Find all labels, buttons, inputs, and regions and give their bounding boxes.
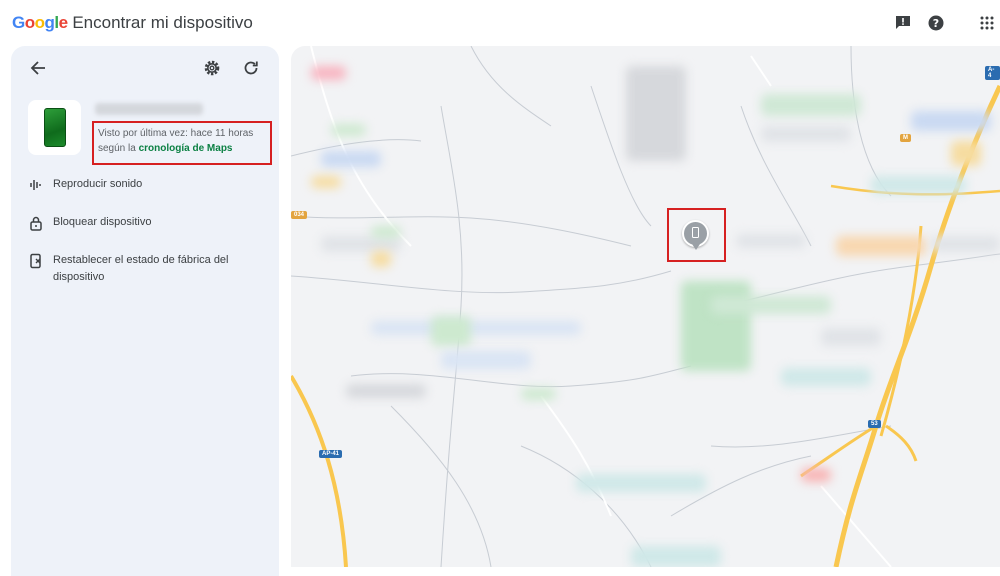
refresh-icon[interactable] xyxy=(240,57,262,79)
map-poi xyxy=(431,316,471,346)
road-label: 53 xyxy=(868,420,881,428)
device-name-redacted xyxy=(95,103,203,115)
map-poi xyxy=(321,236,401,252)
map-park xyxy=(681,281,751,371)
map-poi xyxy=(951,141,981,166)
app-title[interactable]: Google Encontrar mi dispositivo xyxy=(12,13,253,33)
google-logo: Google xyxy=(12,13,68,32)
app-name: Encontrar mi dispositivo xyxy=(72,13,253,32)
map-poi xyxy=(871,176,966,194)
gear-icon[interactable] xyxy=(201,57,223,79)
map-poi xyxy=(321,151,381,167)
phone-erase-icon xyxy=(30,253,41,269)
lock-icon xyxy=(30,216,42,231)
map-poi xyxy=(331,124,366,136)
map-poi xyxy=(911,111,991,131)
map-poi xyxy=(576,474,706,492)
map-poi xyxy=(311,66,346,80)
device-location-pin-icon[interactable] xyxy=(682,220,709,250)
map-poi xyxy=(736,234,806,248)
phone-glyph xyxy=(692,227,699,238)
map-view[interactable]: 034 AP-41 A-4 53 M xyxy=(291,46,1000,567)
map-area xyxy=(626,66,686,161)
apps-grid-icon[interactable] xyxy=(978,14,996,32)
phone-image xyxy=(44,108,66,147)
map-poi xyxy=(441,351,531,369)
road-label: M xyxy=(900,134,911,142)
road-label: 034 xyxy=(291,211,308,219)
map-poi xyxy=(631,546,721,567)
map-poi xyxy=(801,468,831,482)
factory-reset-action[interactable]: Restablecer el estado de fábrica del dis… xyxy=(28,252,258,288)
sound-wave-icon xyxy=(30,180,41,190)
map-poi xyxy=(836,236,926,256)
play-sound-action[interactable]: Reproducir sonido xyxy=(28,176,258,194)
map-poi xyxy=(711,296,831,314)
maps-timeline-link[interactable]: cronología de Maps xyxy=(139,143,233,154)
map-poi xyxy=(311,176,341,188)
map-poi xyxy=(371,226,401,238)
action-label: Bloquear dispositivo xyxy=(53,216,152,228)
device-thumbnail[interactable] xyxy=(28,100,81,155)
map-poi xyxy=(371,251,391,267)
last-seen-text: Visto por última vez: hace 11 horas xyxy=(98,128,254,139)
map-poi xyxy=(521,388,556,400)
action-label: Reproducir sonido xyxy=(53,178,143,190)
map-poi xyxy=(821,328,881,346)
device-sidebar: Visto por última vez: hace 11 horas segú… xyxy=(11,46,279,576)
help-icon[interactable]: ? xyxy=(927,14,945,32)
map-poi xyxy=(781,368,871,386)
road-label: A-4 xyxy=(985,66,1000,80)
top-app-bar: Google Encontrar mi dispositivo ? xyxy=(0,0,1000,46)
map-poi xyxy=(371,321,581,335)
map-poi xyxy=(931,236,1000,252)
last-seen-info: Visto por última vez: hace 11 horas segú… xyxy=(92,121,272,165)
action-label: Restablecer el estado de fábrica del dis… xyxy=(53,254,229,283)
device-location-highlight xyxy=(667,208,726,262)
feedback-icon[interactable] xyxy=(894,14,912,32)
lock-device-action[interactable]: Bloquear dispositivo xyxy=(28,214,258,232)
arrow-back-icon[interactable] xyxy=(27,57,49,79)
map-poi xyxy=(761,94,861,116)
road-label: AP-41 xyxy=(319,450,343,458)
svg-text:?: ? xyxy=(933,17,939,30)
source-prefix: según la xyxy=(98,143,136,154)
map-poi xyxy=(346,384,426,398)
map-poi xyxy=(761,126,851,142)
